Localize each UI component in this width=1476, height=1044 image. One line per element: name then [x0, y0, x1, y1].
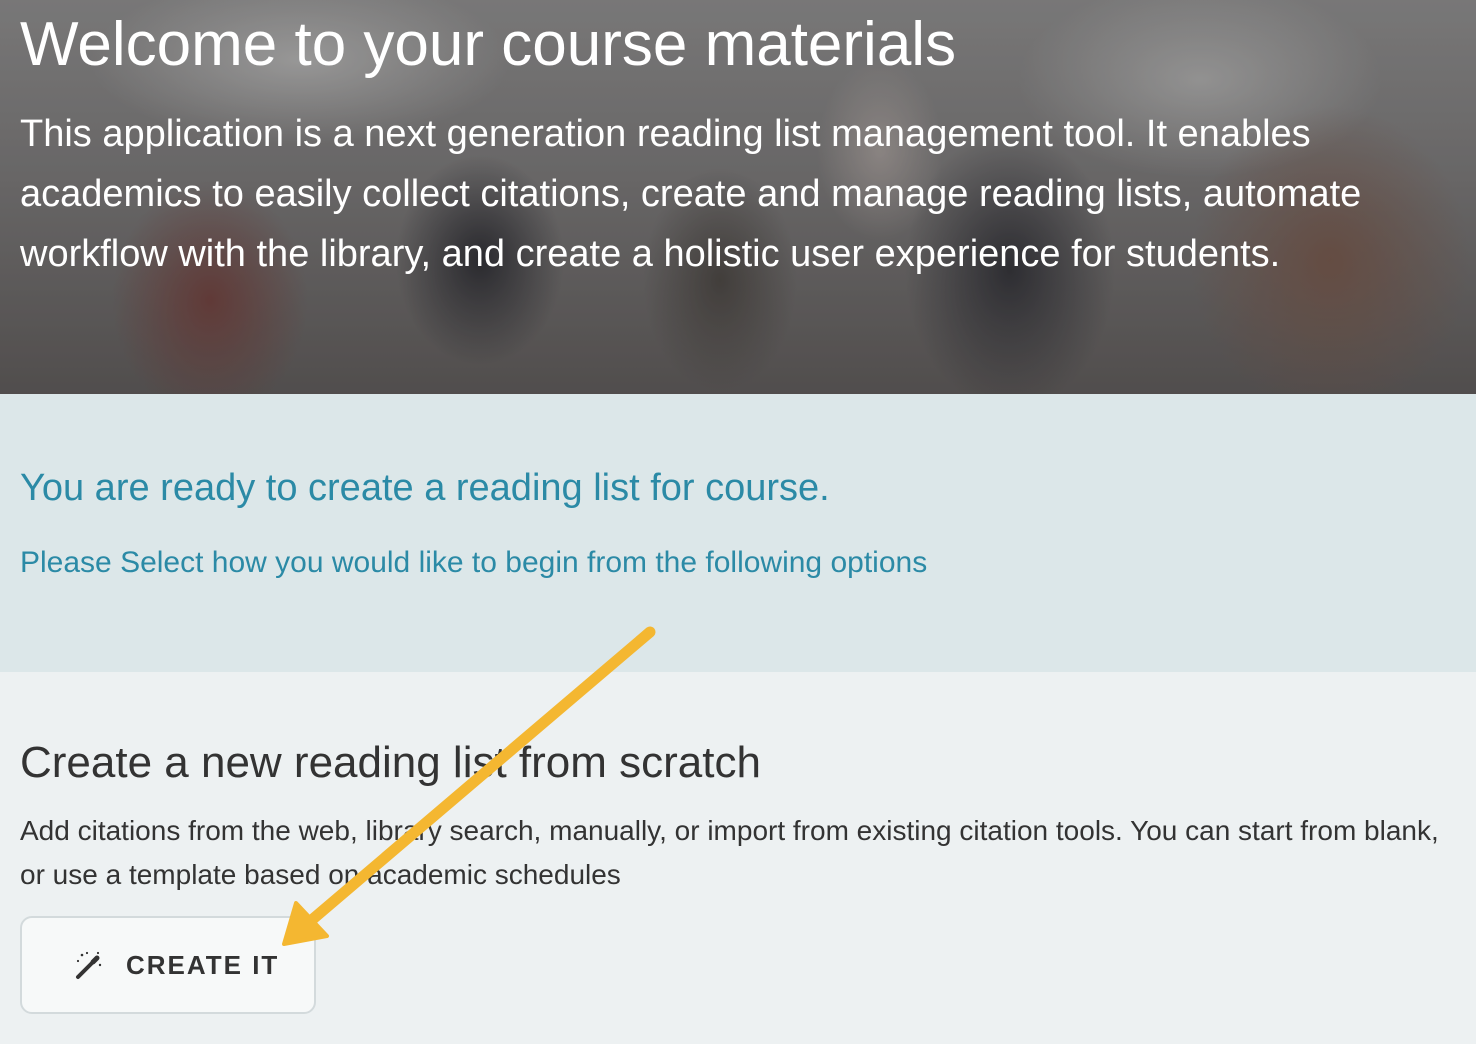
hero-description: This application is a next generation re… — [20, 113, 1362, 275]
ready-section — [0, 394, 1476, 672]
magic-wand-icon — [74, 950, 104, 980]
ready-subheading: Please Select how you would like to begi… — [20, 546, 928, 579]
ready-heading: You are ready to create a reading list f… — [20, 467, 830, 509]
create-it-label: CREATE IT — [126, 949, 280, 980]
hero-title: Welcome to your course materials — [20, 10, 957, 79]
page: Welcome to your course materials This ap… — [0, 0, 1476, 1044]
create-heading: Create a new reading list from scratch — [20, 738, 761, 787]
create-description: Add citations from the web, library sear… — [20, 815, 1439, 890]
create-it-button[interactable]: CREATE IT — [20, 916, 316, 1014]
